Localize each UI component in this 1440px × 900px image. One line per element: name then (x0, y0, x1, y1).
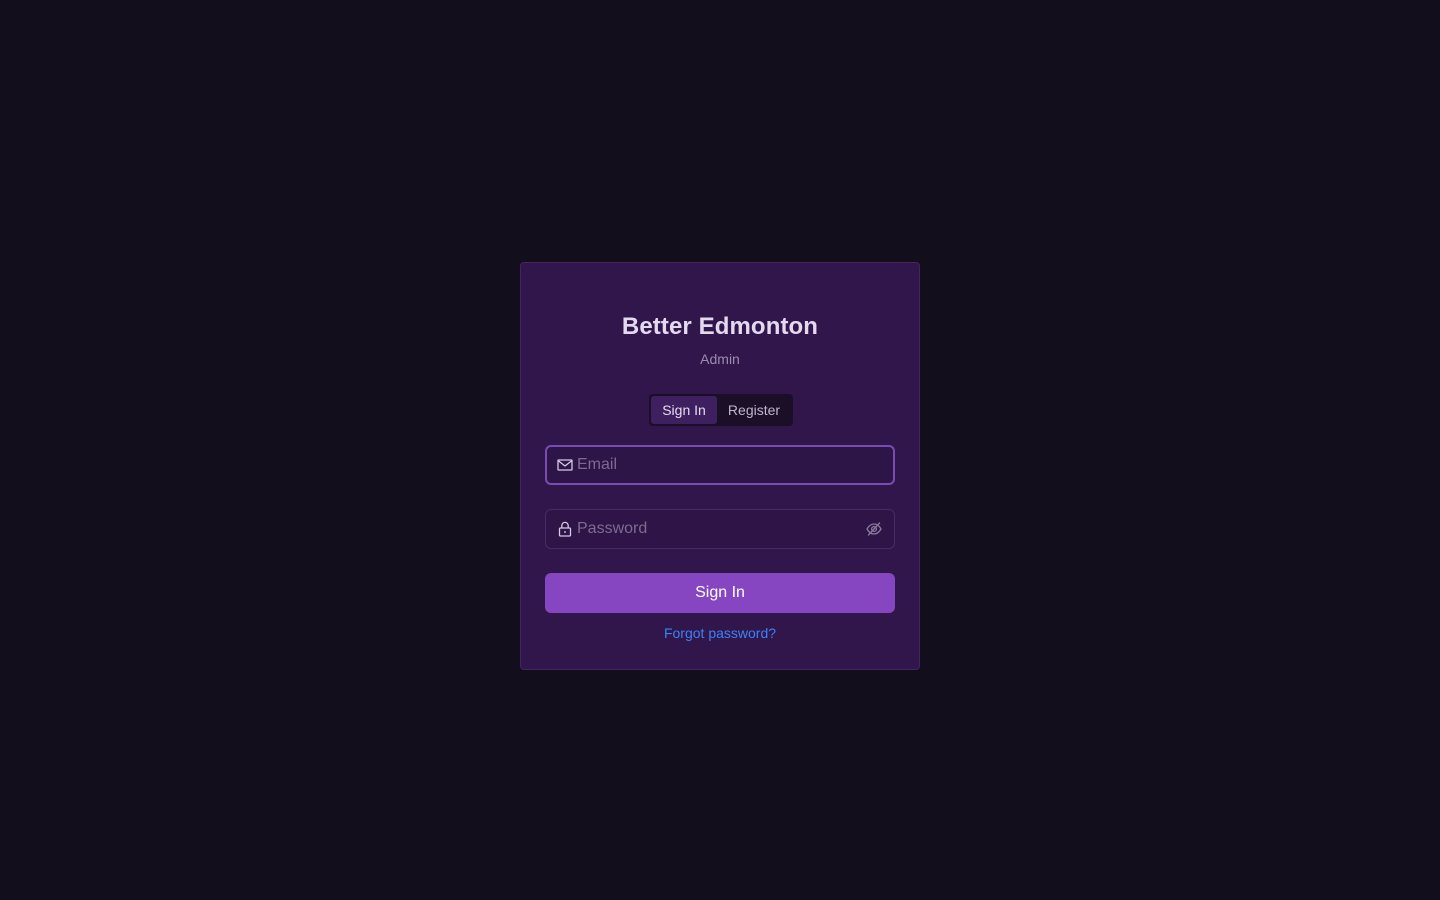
email-field[interactable] (545, 445, 895, 485)
forgot-password-link[interactable]: Forgot password? (521, 625, 919, 641)
login-card: Better Edmonton Admin Sign In Register E… (520, 262, 920, 670)
lock-icon (557, 521, 573, 537)
email-input[interactable] (577, 447, 857, 483)
password-input[interactable] (577, 510, 857, 548)
auth-tabs: Sign In Register (649, 394, 793, 426)
mail-icon (557, 457, 573, 473)
sign-in-button[interactable]: Sign In (545, 573, 895, 613)
app-subtitle: Admin (700, 351, 740, 367)
password-field[interactable] (545, 509, 895, 549)
tab-sign-in[interactable]: Sign In (651, 396, 717, 424)
tab-register[interactable]: Register (717, 396, 791, 424)
eye-off-icon[interactable] (865, 520, 883, 538)
app-title: Better Edmonton (621, 313, 819, 340)
